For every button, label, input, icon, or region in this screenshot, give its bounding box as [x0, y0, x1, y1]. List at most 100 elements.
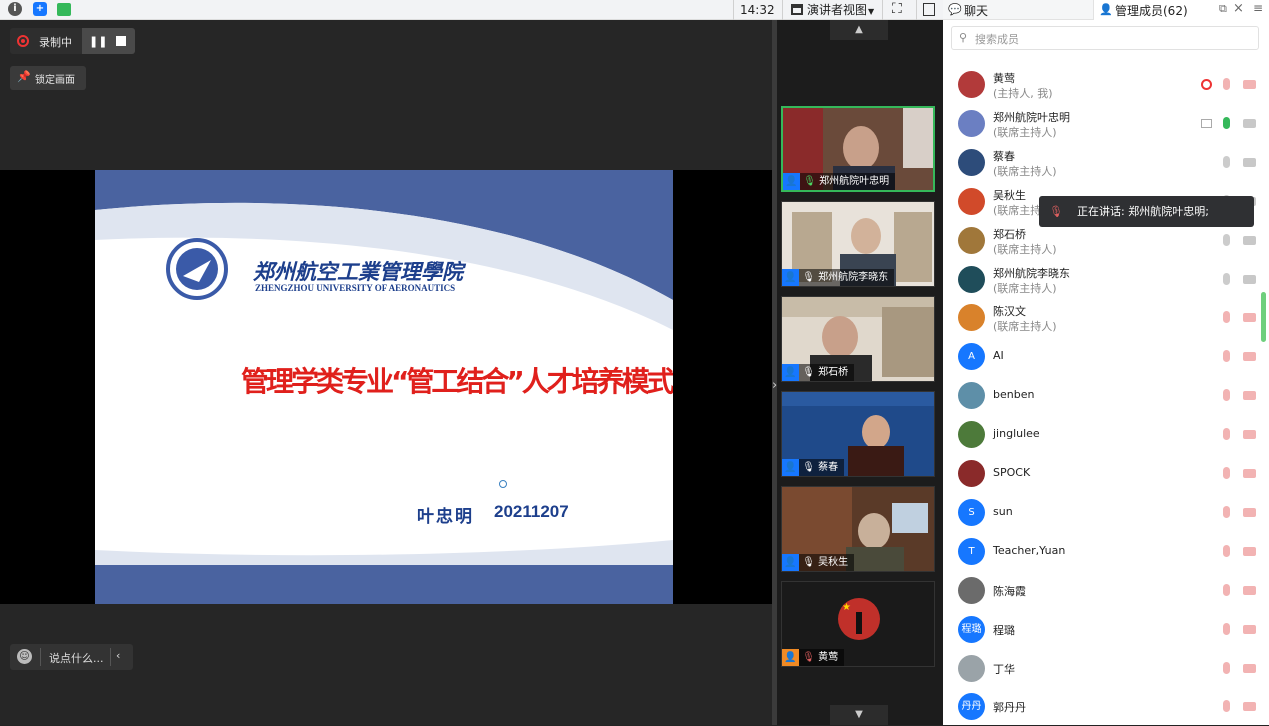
search-input[interactable]: 搜索成员	[975, 31, 1019, 47]
mic-muted-icon[interactable]	[1223, 622, 1230, 635]
camera-icon[interactable]	[1243, 352, 1256, 362]
chevron-down-icon[interactable]: ▼	[868, 4, 874, 20]
camera-icon[interactable]	[1243, 469, 1256, 478]
stop-icon[interactable]	[116, 36, 126, 46]
camera-icon[interactable]	[1243, 430, 1256, 440]
video-tile[interactable]: 👤 🎙 蔡春	[781, 391, 935, 477]
camera-icon[interactable]	[1243, 118, 1256, 128]
member-name: jinglulee	[993, 427, 1040, 441]
member-row[interactable]: 郑州航院李晓东 (联席主持人)	[943, 260, 1269, 299]
screen-share-icon	[1201, 118, 1212, 128]
scroll-up-icon[interactable]: ▲	[830, 20, 888, 40]
fullscreen-icon[interactable]: ⛶	[892, 1, 902, 17]
member-role: (联席主持人)	[993, 242, 1057, 256]
search-icon: ⚲	[959, 31, 968, 44]
avatar	[958, 304, 985, 332]
member-row[interactable]: 程璐 程璐	[943, 610, 1269, 649]
member-search[interactable]: ⚲ 搜索成员	[951, 26, 1259, 50]
video-tile-label: 👤 🎙 黄莺	[782, 649, 845, 666]
speaking-text: 正在讲话: 郑州航院叶忠明;	[1077, 205, 1209, 218]
member-row[interactable]: benben	[943, 376, 1269, 415]
camera-icon[interactable]	[1243, 585, 1256, 595]
view-mode-select[interactable]: 演讲者视图	[807, 2, 867, 18]
camera-icon[interactable]	[1243, 274, 1256, 284]
scroll-down-icon[interactable]: ▼	[830, 705, 888, 725]
member-row[interactable]: T Teacher,Yuan	[943, 532, 1269, 571]
mic-muted-icon[interactable]	[1223, 78, 1230, 90]
camera-icon[interactable]	[1243, 80, 1256, 89]
mic-icon[interactable]	[1223, 155, 1230, 168]
pin-view-button[interactable]: 📌 锁定画面	[10, 66, 86, 90]
video-tile[interactable]: 👤 🎙 郑石桥	[781, 296, 935, 382]
mic-muted-icon[interactable]	[1223, 467, 1230, 479]
member-row[interactable]: 郑州航院叶忠明 (联席主持人)	[943, 104, 1269, 143]
chat-input[interactable]: 说点什么...	[49, 650, 104, 666]
avatar: 程璐	[958, 615, 985, 643]
member-name: benben	[993, 388, 1035, 402]
signal-icon[interactable]	[57, 3, 71, 16]
member-row[interactable]: A AI	[943, 337, 1269, 376]
member-row[interactable]: 丹丹 郭丹丹	[943, 687, 1269, 726]
panel-tabs: 💬 聊天 👤 管理成员(62) ⧉ × ≡	[943, 0, 1269, 20]
camera-icon[interactable]	[1243, 546, 1256, 556]
camera-icon[interactable]	[1243, 624, 1256, 634]
presentation-slide: 郑州航空工業管理學院 ZHENGZHOU UNIVERSITY OF AERON…	[95, 170, 673, 604]
avatar	[958, 187, 985, 215]
speaking-tooltip: 🎙 正在讲话: 郑州航院叶忠明;	[1039, 196, 1254, 227]
chevron-left-icon[interactable]: ‹	[116, 649, 120, 662]
member-row[interactable]: 黄莺 (主持人, 我)	[943, 65, 1269, 104]
member-name: 陈汉文	[993, 305, 1026, 319]
mic-icon[interactable]	[1223, 116, 1230, 129]
participant-name: 郑州航院李晓东	[818, 272, 889, 283]
mic-muted-icon[interactable]	[1223, 505, 1230, 518]
record-icon	[17, 35, 29, 47]
camera-icon[interactable]	[1243, 157, 1256, 167]
shield-icon[interactable]: +	[33, 2, 47, 16]
member-role: (联席主持人)	[993, 125, 1057, 139]
video-tile[interactable]: 👤 🎙 郑州航院李晓东	[781, 201, 935, 287]
mic-muted-icon[interactable]	[1223, 350, 1230, 363]
avatar	[958, 71, 985, 98]
menu-icon[interactable]: ≡	[1253, 1, 1263, 15]
mic-muted-icon[interactable]	[1223, 700, 1230, 713]
pause-icon[interactable]: ❚❚	[89, 35, 107, 48]
tab-chat[interactable]: 聊天	[964, 2, 988, 19]
mic-muted-icon[interactable]	[1223, 661, 1230, 674]
video-tile[interactable]: 👤 🎙 郑州航院叶忠明	[781, 106, 935, 192]
member-row[interactable]: SPOCK	[943, 454, 1269, 493]
member-row[interactable]: Ssun	[943, 493, 1269, 532]
mic-icon[interactable]	[1223, 233, 1230, 246]
user-icon: 👤	[783, 173, 800, 190]
tab-members[interactable]: 管理成员(62)	[1115, 2, 1188, 19]
mic-muted-icon[interactable]	[1223, 389, 1230, 402]
video-tile-label: 👤 🎙 郑州航院李晓东	[782, 269, 895, 286]
camera-icon[interactable]	[1243, 391, 1256, 401]
avatar	[958, 148, 985, 176]
mic-icon[interactable]	[1223, 272, 1230, 285]
video-tile[interactable]: 👤 🎙 吴秋生	[781, 486, 935, 572]
member-row[interactable]: 丁华	[943, 649, 1269, 688]
avatar	[958, 109, 985, 137]
member-name: AI	[993, 349, 1004, 363]
emoji-icon[interactable]: ☺	[17, 649, 32, 664]
mic-muted-icon[interactable]	[1223, 311, 1230, 324]
camera-icon[interactable]	[1243, 235, 1256, 245]
sidebar-toggle-icon[interactable]	[923, 3, 935, 16]
close-icon[interactable]: ×	[1233, 1, 1244, 16]
mic-muted-icon[interactable]	[1223, 583, 1230, 596]
mic-muted-icon[interactable]	[1223, 428, 1230, 441]
video-tile[interactable]: ★ 👤 🎙 黄莺	[781, 581, 935, 667]
mic-muted-icon[interactable]	[1223, 544, 1230, 557]
popout-icon[interactable]: ⧉	[1219, 2, 1227, 16]
chat-input-bar[interactable]: ☺ 说点什么... ‹	[10, 644, 133, 670]
camera-icon[interactable]	[1243, 702, 1256, 712]
member-row[interactable]: 蔡春 (联席主持人)	[943, 143, 1269, 182]
info-icon[interactable]: i	[8, 2, 22, 16]
camera-icon[interactable]	[1243, 663, 1256, 673]
camera-icon[interactable]	[1243, 507, 1256, 517]
member-row[interactable]: 陈海霞	[943, 571, 1269, 610]
member-row[interactable]: 陈汉文 (联席主持人)	[943, 298, 1269, 337]
camera-icon[interactable]	[1243, 313, 1256, 323]
scrollbar[interactable]	[1261, 292, 1266, 342]
member-row[interactable]: jinglulee	[943, 415, 1269, 454]
